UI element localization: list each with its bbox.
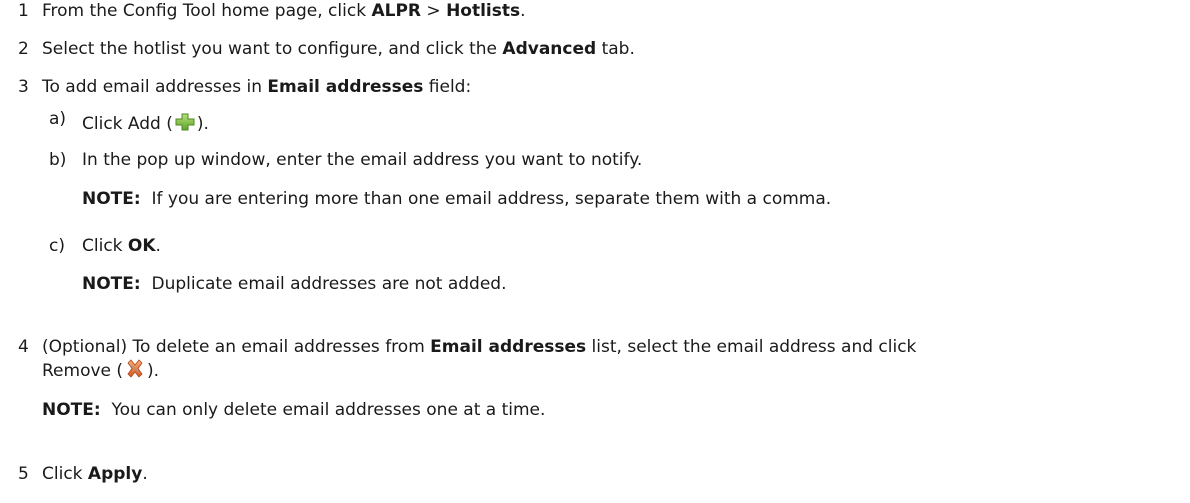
step-2: 2 Select the hotlist you want to configu… [0,38,1190,60]
note: NOTE: You can only delete email addresse… [0,399,1190,421]
step-number: 2 [18,39,29,59]
menu-alpr: ALPR [371,1,421,21]
plus-icon [174,112,196,132]
tab-advanced: Advanced [502,39,597,59]
field-email-addresses: Email addresses [267,77,424,97]
note-label: NOTE: [82,189,141,209]
step-text: Click Apply. [42,464,148,484]
substep-letter: b) [49,150,67,170]
note-text: If you are entering more than one email … [151,189,832,209]
step-text: From the Config Tool home page, click AL… [42,1,526,21]
note: NOTE: If you are entering more than one … [0,188,1190,210]
menu-hotlists: Hotlists [446,1,521,21]
step-number: 3 [18,77,29,97]
note-label: NOTE: [82,274,141,294]
list-email-addresses: Email addresses [430,337,587,357]
substep-text: Click Add (). [82,112,209,134]
step-1: 1 From the Config Tool home page, click … [0,0,1190,22]
note-text: Duplicate email addresses are not added. [151,274,507,294]
note-text: You can only delete email addresses one … [111,400,546,420]
step-text: Select the hotlist you want to configure… [42,39,635,59]
step-number: 4 [18,337,29,357]
substep-text: Click OK. [82,236,161,256]
substep-letter: a) [49,109,67,129]
step-4: 4 (Optional) To delete an email addresse… [0,336,1190,358]
substep-c: c) Click OK. [0,235,1190,257]
substep-b: b) In the pop up window, enter the email… [0,149,1190,171]
step-text: To add email addresses in Email addresse… [42,77,472,97]
substep-letter: c) [49,236,65,256]
x-icon [124,359,146,379]
button-apply: Apply [87,464,143,484]
step-number: 5 [18,464,29,484]
note-label: NOTE: [42,400,101,420]
substep-a: a) Click Add (). [0,109,1190,134]
step-4-continued: Remove (). [42,359,160,381]
step-3: 3 To add email addresses in Email addres… [0,76,1190,98]
step-text: (Optional) To delete an email addresses … [42,337,917,357]
substep-text: In the pop up window, enter the email ad… [82,150,643,170]
step-number: 1 [18,1,29,21]
step-5: 5 Click Apply. [0,463,1190,485]
button-ok: OK [127,236,156,256]
note: NOTE: Duplicate email addresses are not … [0,273,1190,295]
